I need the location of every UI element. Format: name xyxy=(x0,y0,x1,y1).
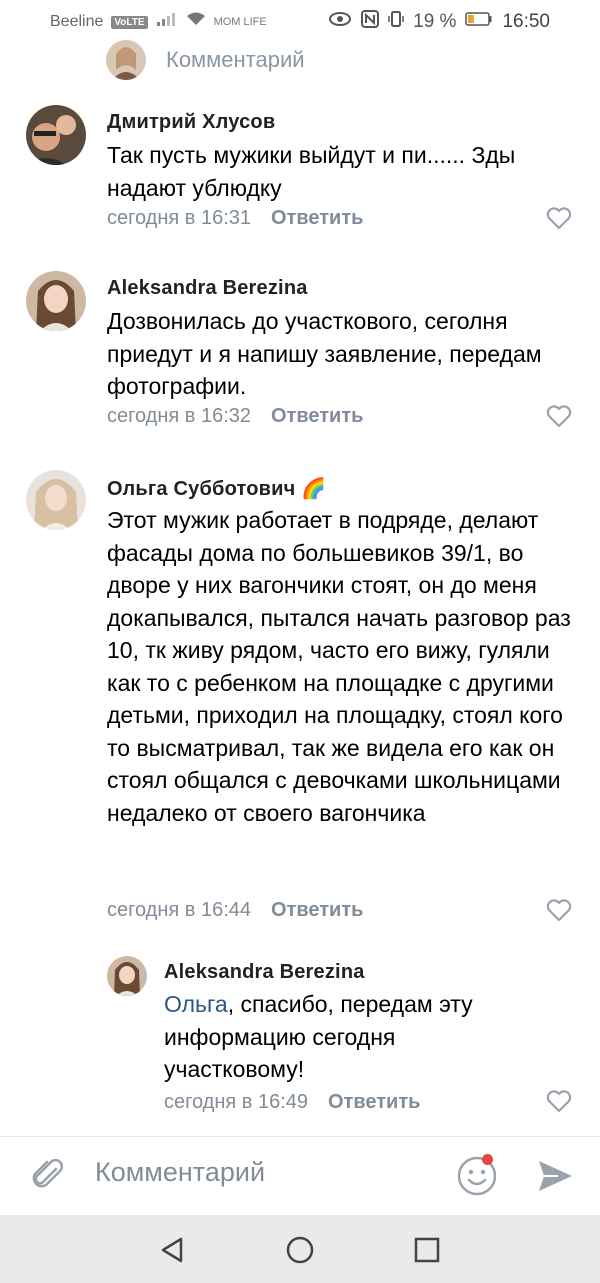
comment-text: Дозвонилась до участкового, сеголня прие… xyxy=(107,308,542,399)
status-bar: Beeline VoLTE MOM LIFE 19 % 16:50 xyxy=(0,0,600,44)
comment-text: Ольга, спасибо, передам эту информацию с… xyxy=(164,988,484,1086)
paperclip-icon[interactable] xyxy=(28,1155,68,1195)
vibrate-icon xyxy=(388,10,404,34)
back-triangle-icon[interactable] xyxy=(155,1233,189,1267)
clock: 16:50 xyxy=(502,11,550,32)
signal-icon xyxy=(156,11,178,33)
mention-link[interactable]: Ольга xyxy=(164,991,228,1017)
comment-meta: сегодня в 16:31 Ответить xyxy=(107,207,363,230)
comment-time: сегодня в 16:31 xyxy=(107,207,251,229)
recents-square-icon[interactable] xyxy=(410,1233,444,1267)
comment-meta: сегодня в 16:49 Ответить xyxy=(164,1091,420,1114)
heart-icon[interactable] xyxy=(546,404,572,428)
reply-button[interactable]: Ответить xyxy=(271,207,363,230)
notification-dot xyxy=(482,1154,493,1165)
comment-author[interactable]: Дмитрий Хлусов xyxy=(107,111,275,134)
reply-button[interactable]: Ответить xyxy=(271,405,363,428)
send-icon[interactable] xyxy=(536,1157,574,1195)
eye-icon xyxy=(328,11,352,33)
comment-time: сегодня в 16:44 xyxy=(107,899,251,921)
heart-icon[interactable] xyxy=(546,206,572,230)
avatar[interactable] xyxy=(107,956,147,996)
comment-text: Так пусть мужики выйдут и пи...... Зды н… xyxy=(107,142,516,201)
comment-meta: сегодня в 16:32 Ответить xyxy=(107,405,363,428)
comment-meta: сегодня в 16:44 Ответить xyxy=(107,899,363,922)
comment-author[interactable]: Ольга Субботович 🌈 xyxy=(107,476,326,501)
avatar[interactable] xyxy=(26,105,86,165)
top-comment-field[interactable]: Комментарий xyxy=(106,40,406,80)
comment-time: сегодня в 16:49 xyxy=(164,1091,308,1113)
battery-percent: 19 % xyxy=(413,11,457,32)
comment-time: сегодня в 16:32 xyxy=(107,405,251,427)
user-avatar xyxy=(106,40,146,80)
carrier-name: Beeline xyxy=(50,13,104,30)
comment-text: Этот мужик работает в подряде, делают фа… xyxy=(107,507,571,826)
battery-icon xyxy=(465,11,493,33)
reply-button[interactable]: Ответить xyxy=(328,1091,420,1114)
heart-icon[interactable] xyxy=(546,1089,572,1113)
comment-author[interactable]: Aleksandra Berezina xyxy=(164,961,365,984)
mom-life-label: MOM LIFE xyxy=(213,16,267,28)
comment-input[interactable]: Комментарий xyxy=(95,1157,265,1188)
volte-badge: VoLTE xyxy=(111,15,148,29)
comment-author[interactable]: Aleksandra Berezina xyxy=(107,277,308,300)
heart-icon[interactable] xyxy=(546,898,572,922)
comment-input-bar: Комментарий xyxy=(0,1137,600,1215)
wifi-icon xyxy=(186,11,206,33)
avatar[interactable] xyxy=(26,271,86,331)
avatar[interactable] xyxy=(26,470,86,530)
top-comment-placeholder: Комментарий xyxy=(166,47,305,72)
reply-button[interactable]: Ответить xyxy=(271,899,363,922)
home-circle-icon[interactable] xyxy=(283,1233,317,1267)
system-nav-bar xyxy=(0,1215,600,1283)
nfc-icon xyxy=(361,10,380,34)
